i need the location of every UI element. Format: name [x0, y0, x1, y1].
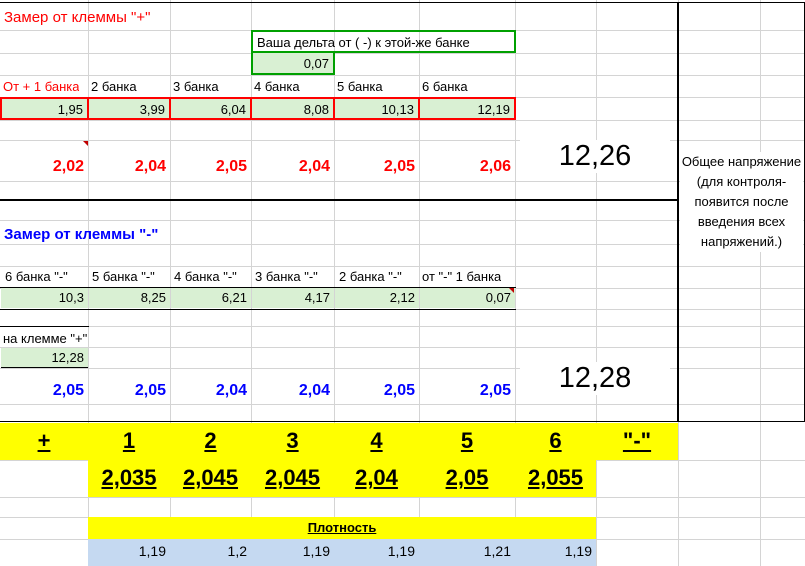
summary-header-minus: "-": [622, 428, 652, 453]
minus-value-2[interactable]: 2,12: [335, 288, 419, 308]
density-label: Плотность: [88, 517, 596, 539]
density-2[interactable]: 1,2: [170, 539, 251, 566]
plus-value-4[interactable]: 8,08: [252, 97, 335, 120]
summary-value-5: 2,05: [445, 465, 489, 490]
plus-header-1: От + 1 банка: [3, 79, 80, 94]
minus-header-3: 3 банка "-": [255, 269, 318, 284]
minus-cell-3: 2,04: [215, 382, 247, 399]
plus-cell-5: 2,05: [383, 158, 415, 175]
terminal-label: на клемме "+": [3, 331, 88, 346]
summary-header-plus: +: [37, 428, 51, 453]
plus-value-5[interactable]: 10,13: [335, 97, 420, 120]
minus-cell-6: 2,05: [479, 382, 511, 399]
minus-cell-4: 2,04: [298, 382, 330, 399]
density-3[interactable]: 1,19: [251, 539, 334, 566]
minus-total: 12,28: [520, 362, 670, 395]
minus-value-4[interactable]: 6,21: [171, 288, 251, 308]
plus-header-2: 2 банка: [91, 79, 137, 94]
summary-value-6: 2,055: [527, 465, 584, 490]
summary-header-5: 5: [460, 428, 474, 453]
summary-header-6: 6: [549, 428, 562, 453]
summary-header-3: 3: [286, 428, 299, 453]
density-5[interactable]: 1,21: [419, 539, 515, 566]
plus-header-5: 5 банка: [337, 79, 383, 94]
plus-cell-3: 2,05: [215, 158, 247, 175]
summary-value-1: 2,035: [101, 465, 157, 490]
plus-cell-1: 2,02: [52, 158, 84, 175]
minus-cell-5: 2,05: [383, 382, 415, 399]
plus-section-title: Замер от клеммы "+": [4, 9, 151, 26]
summary-value-2: 2,045: [182, 465, 239, 490]
minus-value-3[interactable]: 4,17: [252, 288, 334, 308]
minus-cell-1: 2,05: [52, 382, 84, 399]
minus-section-title: Замер от клеммы "-": [4, 226, 159, 243]
terminal-value[interactable]: 12,28: [1, 348, 88, 368]
comment-marker: [509, 288, 514, 293]
plus-value-1[interactable]: 1,95: [0, 97, 89, 120]
plus-header-6: 6 банка: [422, 79, 468, 94]
density-6[interactable]: 1,19: [515, 539, 596, 566]
minus-cell-2: 2,05: [134, 382, 166, 399]
outer-border: [0, 2, 678, 422]
plus-header-4: 4 банка: [254, 79, 300, 94]
plus-value-6[interactable]: 12,19: [420, 97, 516, 120]
minus-header-6: 6 банка "-": [5, 269, 68, 284]
summary-value-3: 2,045: [264, 465, 321, 490]
minus-header-4: 4 банка "-": [174, 269, 237, 284]
comment-marker: [83, 141, 88, 146]
minus-header-5: 5 банка "-": [92, 269, 155, 284]
minus-value-6[interactable]: 10,3: [1, 288, 88, 308]
plus-cell-6: 2,06: [479, 158, 511, 175]
terminal-divider: [0, 326, 89, 327]
plus-cell-2: 2,04: [134, 158, 166, 175]
minus-value-1[interactable]: 0,07: [420, 288, 515, 308]
summary-header-1: 1: [122, 428, 136, 453]
plus-value-3[interactable]: 6,04: [171, 97, 252, 120]
delta-label: Ваша дельта от ( -) к этой-же банке: [251, 30, 516, 53]
summary-value-4: 2,04: [355, 465, 398, 490]
summary-header-4: 4: [370, 428, 383, 453]
side-note: Общее напряжение (для контроля- появится…: [680, 152, 803, 252]
minus-value-5[interactable]: 8,25: [89, 288, 170, 308]
plus-total: 12,26: [520, 140, 670, 173]
plus-value-2[interactable]: 3,99: [89, 97, 171, 120]
minus-header-1: от "-" 1 банка: [422, 269, 502, 284]
plus-header-3: 3 банка: [173, 79, 219, 94]
density-1[interactable]: 1,19: [88, 539, 170, 566]
plus-cell-4: 2,04: [298, 158, 330, 175]
delta-value[interactable]: 0,07: [251, 53, 335, 75]
section-divider: [0, 199, 678, 201]
density-4[interactable]: 1,19: [334, 539, 419, 566]
minus-header-2: 2 банка "-": [339, 269, 402, 284]
summary-header-2: 2: [204, 428, 217, 453]
